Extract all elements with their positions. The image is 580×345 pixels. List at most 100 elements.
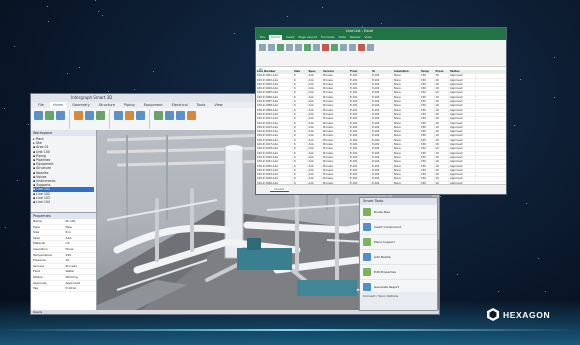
cell[interactable]: None	[393, 147, 420, 151]
cell[interactable]: None	[393, 100, 420, 104]
cell[interactable]: P-102	[371, 121, 393, 125]
cell[interactable]: 10	[435, 160, 449, 164]
cell[interactable]: 6	[293, 100, 308, 104]
cell[interactable]: Process	[322, 91, 349, 95]
cell[interactable]: Process	[322, 147, 349, 151]
cell[interactable]: A1A	[308, 155, 322, 160]
cell[interactable]: 6	[293, 177, 308, 181]
cell[interactable]: Process	[322, 173, 349, 177]
cell[interactable]: Process	[322, 138, 349, 143]
delete-tool-icon[interactable]	[136, 111, 145, 120]
cell[interactable]: 100-P-1018-A1A	[256, 147, 293, 151]
cell[interactable]: P-102	[371, 138, 393, 143]
cell[interactable]: 150	[420, 151, 435, 155]
cell[interactable]: 10	[435, 78, 449, 82]
cell[interactable]: 100-P-1010-A1A	[256, 112, 293, 117]
cell[interactable]: Size	[293, 70, 308, 74]
cell[interactable]: Approved	[449, 155, 476, 160]
cell[interactable]: Approved	[449, 164, 476, 168]
cell[interactable]: 10	[435, 108, 449, 112]
cell[interactable]: Process	[322, 117, 349, 121]
cell[interactable]: 150	[420, 87, 435, 91]
cell[interactable]: None	[393, 173, 420, 177]
cell[interactable]: None	[393, 177, 420, 181]
cell[interactable]: P-102	[371, 147, 393, 151]
cell[interactable]: Approved	[449, 125, 476, 130]
cell[interactable]: Process	[322, 151, 349, 155]
cell[interactable]: 10	[435, 87, 449, 91]
cad-tab-view[interactable]: View	[211, 102, 225, 108]
cell[interactable]: E-101	[349, 147, 371, 151]
cell[interactable]: None	[393, 112, 420, 117]
cell[interactable]: A1A	[308, 147, 322, 151]
cell[interactable]: P-102	[371, 112, 393, 117]
cell[interactable]: 150	[420, 147, 435, 151]
cell[interactable]: 10	[435, 134, 449, 138]
excel-tab-page-layout[interactable]: Page Layout	[299, 35, 317, 40]
cell[interactable]: P-102	[371, 160, 393, 164]
cell[interactable]: Process	[322, 121, 349, 125]
cell[interactable]: Process	[322, 95, 349, 100]
cell[interactable]: Approved	[449, 138, 476, 143]
cell[interactable]: 150	[420, 155, 435, 160]
cell[interactable]: 100-P-1014-A1A	[256, 130, 293, 134]
cell[interactable]: Approved	[449, 87, 476, 91]
cell[interactable]: E-101	[349, 121, 371, 125]
cell[interactable]: 150	[420, 164, 435, 168]
cell[interactable]: 10	[435, 100, 449, 104]
cell[interactable]: None	[393, 121, 420, 125]
cell[interactable]: P-102	[371, 155, 393, 160]
excel-tab-data[interactable]: Data	[339, 35, 346, 40]
cell[interactable]: 10	[435, 168, 449, 173]
cell[interactable]: None	[393, 151, 420, 155]
cell[interactable]: E-101	[349, 108, 371, 112]
excel-tab-review[interactable]: Review	[350, 35, 361, 40]
cell[interactable]: None	[393, 143, 420, 147]
cell[interactable]: 6	[293, 78, 308, 82]
cell[interactable]: 100-P-1024-A1A	[256, 173, 293, 177]
cell[interactable]: P-102	[371, 125, 393, 130]
cell[interactable]: Press	[435, 70, 449, 74]
cell[interactable]: Process	[322, 177, 349, 181]
cell[interactable]: E-101	[349, 95, 371, 100]
cell[interactable]: 10	[435, 151, 449, 155]
cell[interactable]: 150	[420, 125, 435, 130]
font-icon[interactable]	[277, 44, 284, 51]
cell[interactable]: 100-P-1022-A1A	[256, 164, 293, 168]
cell[interactable]: 10	[435, 91, 449, 95]
cell[interactable]: A1A	[308, 78, 322, 82]
route-tool-icon[interactable]	[45, 111, 54, 120]
find-icon[interactable]	[367, 44, 374, 51]
cell[interactable]: To	[371, 70, 393, 74]
cell[interactable]: 10	[435, 138, 449, 143]
paste-icon[interactable]	[259, 44, 266, 51]
cell[interactable]: 100-P-1009-A1A	[256, 108, 293, 112]
cell[interactable]: 150	[420, 177, 435, 181]
cell[interactable]: A1A	[308, 87, 322, 91]
cell[interactable]: 150	[420, 138, 435, 143]
cell[interactable]: None	[393, 104, 420, 108]
cell[interactable]: P-102	[371, 87, 393, 91]
delete-icon[interactable]	[349, 44, 356, 51]
cell[interactable]: E-101	[349, 78, 371, 82]
cell[interactable]: 10	[435, 82, 449, 87]
cell[interactable]: 100-P-1007-A1A	[256, 100, 293, 104]
cell[interactable]: None	[393, 130, 420, 134]
cell[interactable]: 10	[435, 164, 449, 168]
tree-item[interactable]: ▪ Line 104	[33, 200, 94, 204]
table-format-icon[interactable]	[331, 44, 338, 51]
tool-item[interactable]: Add Nozzle	[360, 250, 437, 265]
cell[interactable]: None	[393, 87, 420, 91]
cell[interactable]: 6	[293, 74, 308, 78]
cell[interactable]: 6	[293, 147, 308, 151]
cell[interactable]: A1A	[308, 177, 322, 181]
cell[interactable]: E-101	[349, 134, 371, 138]
zoom-tool-icon[interactable]	[165, 111, 174, 120]
cell[interactable]: Process	[322, 143, 349, 147]
cell[interactable]: Approved	[449, 78, 476, 82]
cell[interactable]: Process	[322, 155, 349, 160]
cell[interactable]: 150	[420, 78, 435, 82]
cell[interactable]: P-102	[371, 164, 393, 168]
cell[interactable]: 6	[293, 108, 308, 112]
cell[interactable]: 100-P-1016-A1A	[256, 138, 293, 143]
